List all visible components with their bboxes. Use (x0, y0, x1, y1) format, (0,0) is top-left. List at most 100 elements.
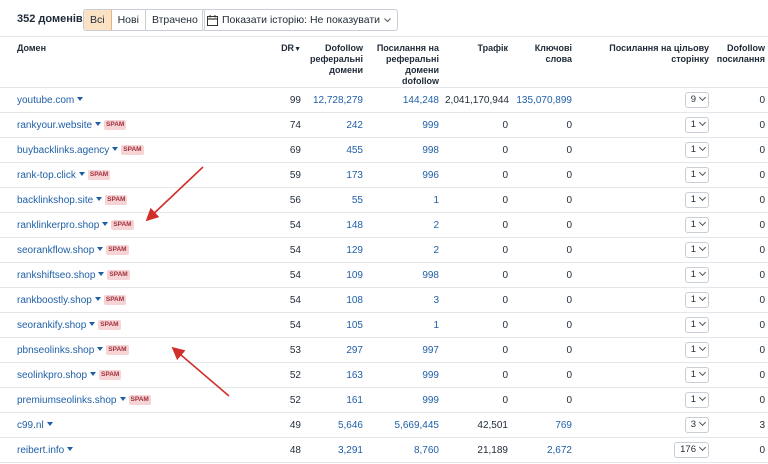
chevron-down-icon (698, 393, 707, 402)
target-links-dropdown[interactable]: 3 (684, 417, 709, 433)
cell-keywords: 0 (511, 162, 575, 188)
filter-new-button[interactable]: Нові (112, 10, 146, 30)
domain-menu-caret-icon[interactable] (46, 422, 53, 427)
domain-menu-caret-icon[interactable] (94, 297, 101, 302)
cell-dofollow-ref[interactable]: 297 (304, 337, 366, 363)
domain-link[interactable]: seorankify.shop (17, 320, 86, 331)
target-links-dropdown[interactable]: 1 (684, 392, 709, 408)
cell-dofollow-ref[interactable]: 5,646 (304, 412, 366, 438)
cell-dofollow-ref[interactable]: 3,291 (304, 437, 366, 463)
cell-dofollow-ref[interactable]: 161 (304, 387, 366, 413)
target-links-dropdown[interactable]: 9 (684, 92, 709, 108)
domain-link[interactable]: backlinkshop.site (17, 195, 93, 206)
domain-link[interactable]: rankshiftseo.shop (17, 270, 95, 281)
column-header-traffic[interactable]: Трафік (442, 36, 511, 88)
column-header-dofollow-ref[interactable]: Dofollow реферальні домени (304, 36, 366, 88)
domain-menu-caret-icon[interactable] (77, 97, 84, 102)
target-links-dropdown[interactable]: 1 (684, 367, 709, 383)
cell-domain: buybacklinks.agency SPAM (0, 137, 268, 163)
domain-link[interactable]: rankyour.website (17, 120, 92, 131)
filter-lost-button[interactable]: Втрачено (146, 10, 204, 30)
cell-dofollow-ref[interactable]: 173 (304, 162, 366, 188)
domain-menu-caret-icon[interactable] (102, 222, 109, 227)
column-header-keywords[interactable]: Ключові слова (511, 36, 575, 88)
cell-dofollow-ref[interactable]: 108 (304, 287, 366, 313)
cell-links-ref[interactable]: 2 (366, 237, 442, 263)
cell-dofollow-ref[interactable]: 129 (304, 237, 366, 263)
cell-links-ref[interactable]: 144,248 (366, 87, 442, 113)
column-header-links-to-target[interactable]: Посилання на цільову сторінку (575, 36, 712, 88)
cell-links-ref[interactable]: 1 (366, 187, 442, 213)
table-row: seorankflow.shop SPAM 54 129 2 0 0 1 0 (0, 237, 768, 263)
cell-dofollow-ref[interactable]: 242 (304, 112, 366, 138)
domain-menu-caret-icon[interactable] (119, 397, 126, 402)
cell-links-ref[interactable]: 8,760 (366, 437, 442, 463)
target-links-count: 176 (680, 444, 696, 455)
domain-menu-caret-icon[interactable] (112, 147, 119, 152)
cell-links-ref[interactable]: 999 (366, 112, 442, 138)
chevron-down-icon (698, 268, 707, 277)
history-dropdown[interactable]: Показати історію: Не показувати (202, 9, 399, 31)
cell-keywords: 0 (511, 312, 575, 338)
target-links-dropdown[interactable]: 1 (684, 342, 709, 358)
cell-links-ref[interactable]: 996 (366, 162, 442, 188)
target-links-dropdown[interactable]: 1 (684, 192, 709, 208)
domain-link[interactable]: pbnseolinks.shop (17, 345, 94, 356)
domain-link[interactable]: seolinkpro.shop (17, 370, 87, 381)
domain-link[interactable]: youtube.com (17, 95, 74, 106)
cell-links-ref[interactable]: 998 (366, 262, 442, 288)
domain-link[interactable]: seorankflow.shop (17, 245, 94, 256)
cell-links-ref[interactable]: 999 (366, 387, 442, 413)
cell-dofollow-ref[interactable]: 109 (304, 262, 366, 288)
cell-dofollow-ref[interactable]: 12,728,279 (304, 87, 366, 113)
domain-link[interactable]: reibert.info (17, 445, 64, 456)
target-links-count: 1 (690, 394, 696, 405)
cell-dofollow-ref[interactable]: 455 (304, 137, 366, 163)
column-header-domain[interactable]: Домен (0, 36, 268, 88)
cell-traffic: 0 (442, 287, 511, 313)
domain-menu-caret-icon[interactable] (89, 322, 96, 327)
domain-link[interactable]: buybacklinks.agency (17, 145, 109, 156)
column-header-dofollow-links[interactable]: Dofollow посилання (712, 36, 768, 88)
cell-links-ref[interactable]: 5,669,445 (366, 412, 442, 438)
cell-links-ref[interactable]: 1 (366, 312, 442, 338)
domain-menu-caret-icon[interactable] (96, 197, 103, 202)
cell-keywords[interactable]: 2,672 (511, 437, 575, 463)
target-links-dropdown[interactable]: 1 (684, 267, 709, 283)
target-links-dropdown[interactable]: 1 (684, 142, 709, 158)
target-links-dropdown[interactable]: 1 (684, 117, 709, 133)
domain-link[interactable]: premiumseolinks.shop (17, 395, 117, 406)
cell-dofollow-ref[interactable]: 105 (304, 312, 366, 338)
domain-menu-caret-icon[interactable] (90, 372, 97, 377)
cell-links-ref[interactable]: 2 (366, 212, 442, 238)
cell-keywords[interactable]: 769 (511, 412, 575, 438)
cell-dofollow-ref[interactable]: 148 (304, 212, 366, 238)
domain-menu-caret-icon[interactable] (98, 272, 105, 277)
target-links-dropdown[interactable]: 1 (684, 317, 709, 333)
domain-link[interactable]: rank-top.click (17, 170, 76, 181)
cell-dofollow-ref[interactable]: 55 (304, 187, 366, 213)
domain-menu-caret-icon[interactable] (97, 347, 104, 352)
domain-link[interactable]: rankboostly.shop (17, 295, 92, 306)
cell-links-ref[interactable]: 997 (366, 337, 442, 363)
domain-link[interactable]: c99.nl (17, 420, 44, 431)
target-links-dropdown[interactable]: 1 (684, 217, 709, 233)
cell-dofollow-ref[interactable]: 163 (304, 362, 366, 388)
filter-all-button[interactable]: Всі (84, 10, 112, 30)
domain-menu-caret-icon[interactable] (67, 447, 74, 452)
target-links-dropdown[interactable]: 1 (684, 167, 709, 183)
domain-menu-caret-icon[interactable] (97, 247, 104, 252)
column-header-links-to-ref[interactable]: Посилання на реферальні домени dofollow (366, 36, 442, 88)
cell-links-ref[interactable]: 998 (366, 137, 442, 163)
domain-link[interactable]: ranklinkerpro.shop (17, 220, 99, 231)
cell-links-ref[interactable]: 999 (366, 362, 442, 388)
cell-keywords[interactable]: 135,070,899 (511, 87, 575, 113)
target-links-dropdown[interactable]: 176 (674, 442, 709, 458)
domain-menu-caret-icon[interactable] (95, 122, 102, 127)
column-header-dr[interactable]: DR▼ (268, 36, 304, 88)
target-links-dropdown[interactable]: 1 (684, 292, 709, 308)
cell-links-to-target: 1 (575, 337, 712, 363)
cell-links-ref[interactable]: 3 (366, 287, 442, 313)
domain-menu-caret-icon[interactable] (78, 172, 85, 177)
target-links-dropdown[interactable]: 1 (684, 242, 709, 258)
